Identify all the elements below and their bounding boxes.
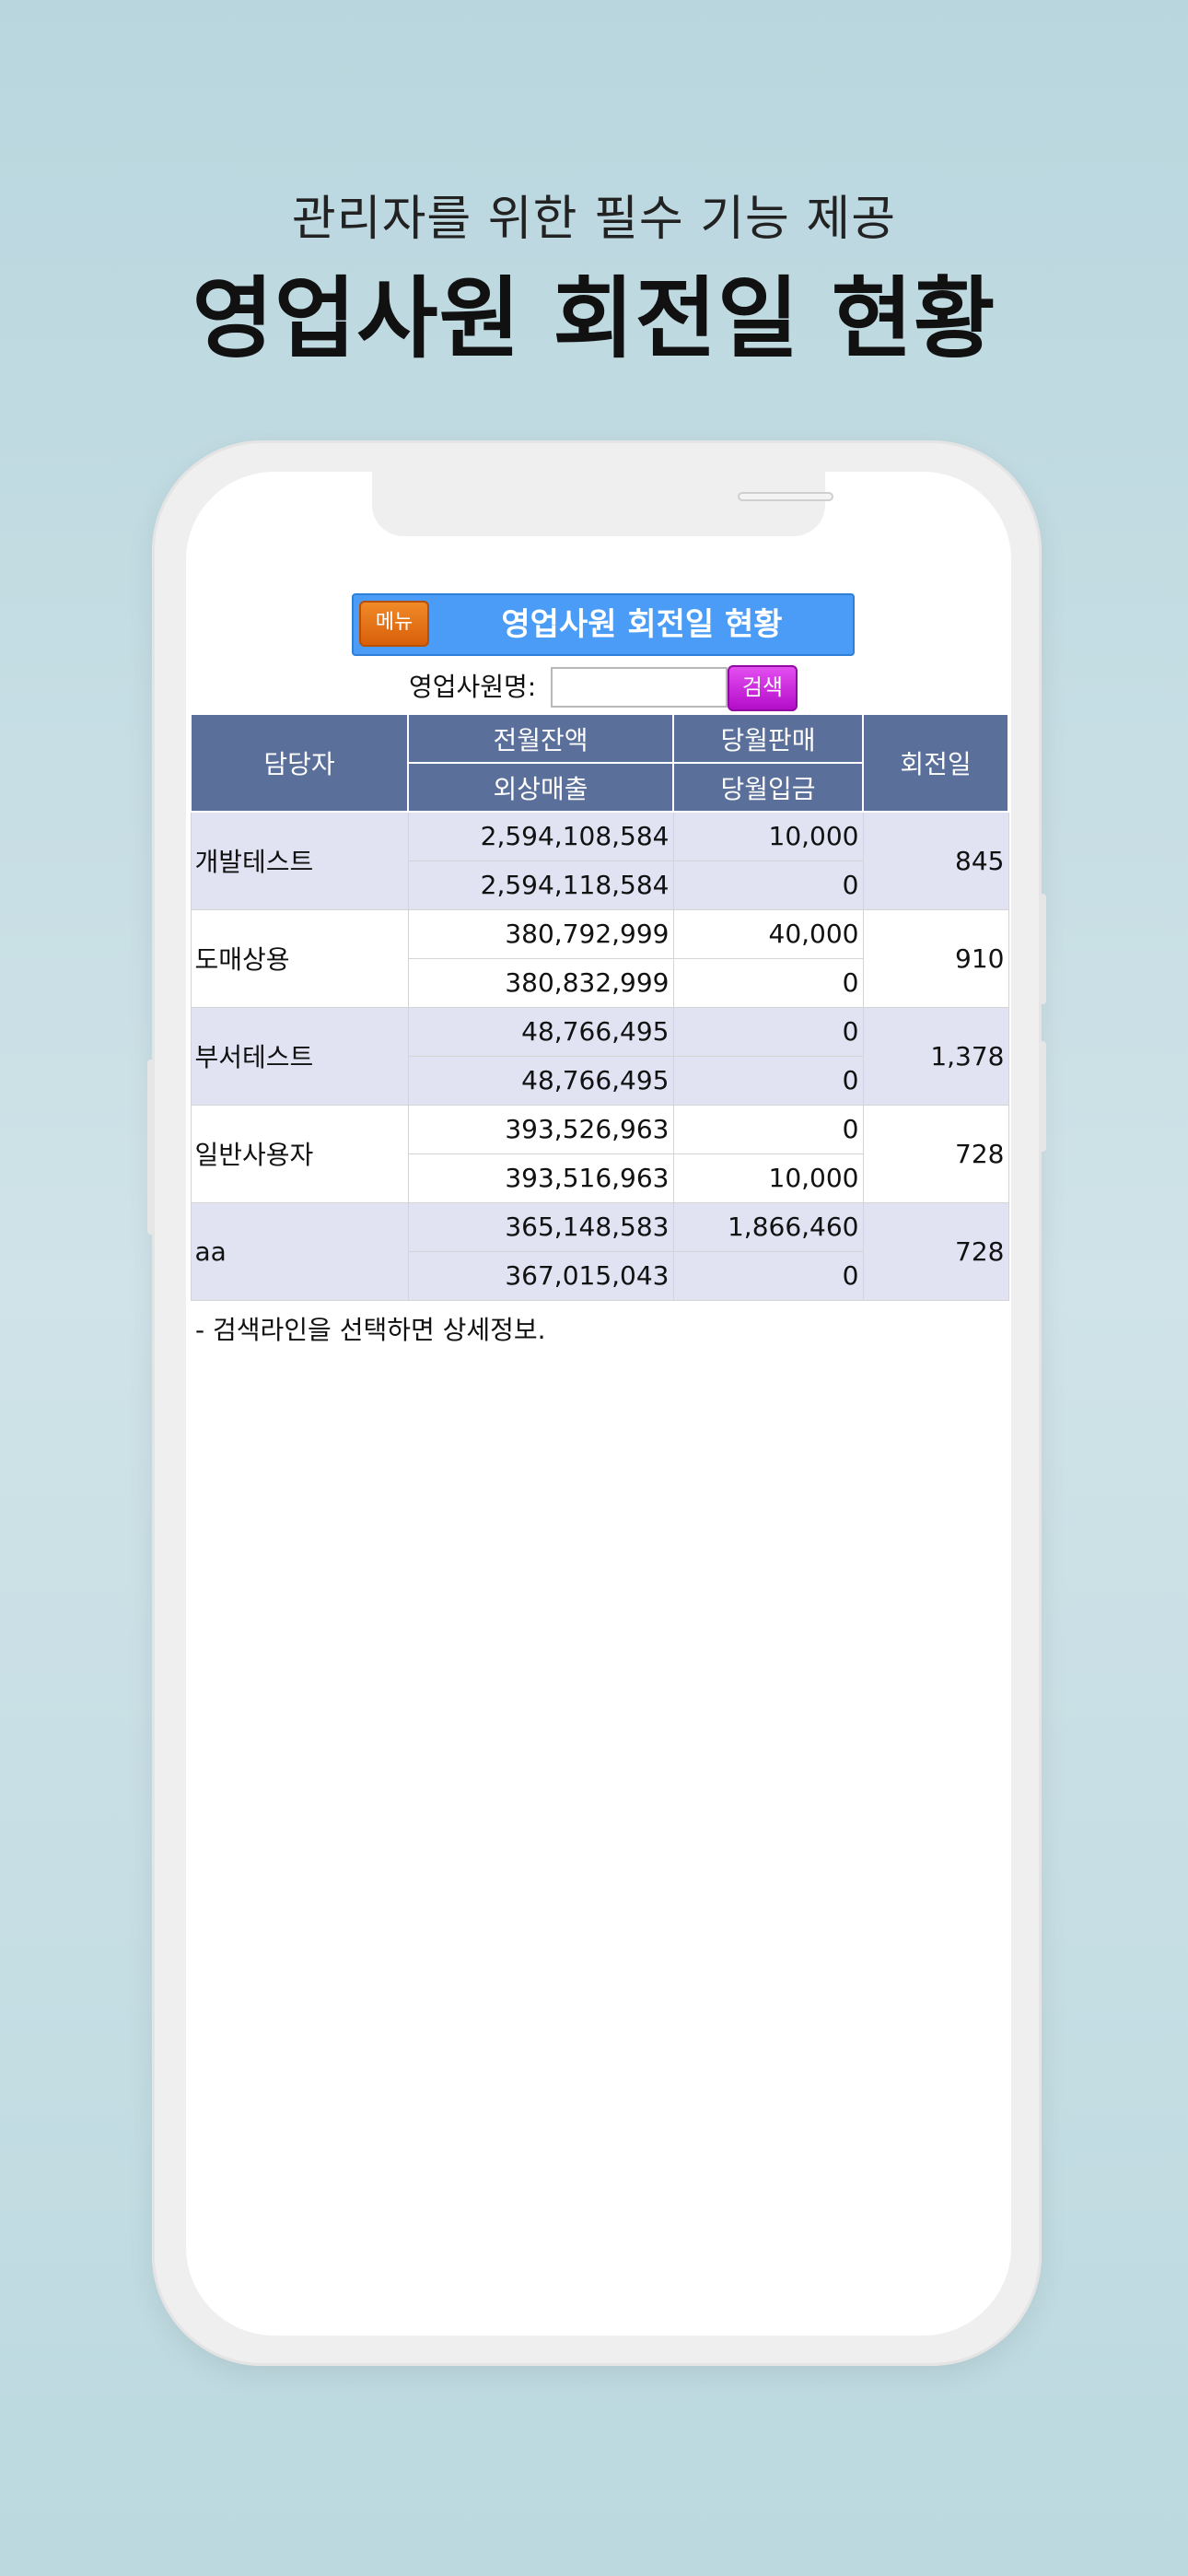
header-title: 영업사원 회전일 현황 bbox=[501, 606, 783, 643]
search-label: 영업사원명: bbox=[409, 672, 537, 702]
phone-side-button-right-bottom bbox=[1039, 1041, 1046, 1152]
speaker-grille bbox=[738, 492, 833, 501]
app-content: 메뉴 영업사원 회전일 현황 영업사원명: 검색 담당자 전월잔액 당월판매 회… bbox=[190, 593, 1009, 1347]
prev-balance-value: 2,594,108,584 bbox=[407, 811, 674, 861]
credit-sales-value: 367,015,043 bbox=[407, 1250, 674, 1301]
header-manager: 담당자 bbox=[190, 713, 409, 813]
table-row[interactable]: 일반사용자 393,526,963 0 728 bbox=[190, 1104, 1009, 1203]
turnover-days-value: 728 bbox=[862, 1104, 1009, 1203]
table-row[interactable]: 도매상용 380,792,999 40,000 910 bbox=[190, 908, 1009, 1008]
month-deposit-value: 0 bbox=[672, 957, 864, 1008]
turnover-days-value: 845 bbox=[862, 811, 1009, 910]
promo-subtitle: 관리자를 위한 필수 기능 제공 bbox=[291, 192, 897, 247]
month-sales-value: 0 bbox=[672, 1006, 864, 1057]
turnover-days-value: 728 bbox=[862, 1201, 1009, 1301]
prev-balance-value: 365,148,583 bbox=[407, 1201, 674, 1252]
manager-name: 일반사용자 bbox=[190, 1104, 409, 1203]
search-button[interactable]: 검색 bbox=[728, 665, 798, 711]
phone-side-button-right-top bbox=[1039, 894, 1046, 1004]
phone-side-button-left bbox=[147, 1060, 155, 1235]
credit-sales-value: 2,594,118,584 bbox=[407, 860, 674, 910]
phone-screen: 메뉴 영업사원 회전일 현황 영업사원명: 검색 담당자 전월잔액 당월판매 회… bbox=[186, 472, 1011, 2336]
header-month-deposit: 당월입금 bbox=[672, 762, 864, 813]
search-row: 영업사원명: 검색 bbox=[190, 662, 1007, 713]
turnover-days-value: 1,378 bbox=[862, 1006, 1009, 1106]
header-month-sales: 당월판매 bbox=[672, 713, 864, 764]
table-row[interactable]: 부서테스트 48,766,495 0 1,378 bbox=[190, 1006, 1009, 1106]
header-turnover-days: 회전일 bbox=[862, 713, 1009, 813]
table-row[interactable]: 개발테스트 2,594,108,584 10,000 845 bbox=[190, 811, 1009, 910]
month-deposit-value: 10,000 bbox=[672, 1153, 864, 1203]
month-deposit-value: 0 bbox=[672, 860, 864, 910]
month-sales-value: 1,866,460 bbox=[672, 1201, 864, 1252]
prev-balance-value: 380,792,999 bbox=[407, 908, 674, 959]
footnote: - 검색라인을 선택하면 상세정보. bbox=[195, 1314, 546, 1345]
manager-name: 부서테스트 bbox=[190, 1006, 409, 1106]
prev-balance-value: 393,526,963 bbox=[407, 1104, 674, 1154]
menu-button[interactable]: 메뉴 bbox=[359, 601, 429, 647]
prev-balance-value: 48,766,495 bbox=[407, 1006, 674, 1057]
month-sales-value: 40,000 bbox=[672, 908, 864, 959]
salesperson-search-input[interactable] bbox=[551, 667, 728, 708]
header-credit-sales: 외상매출 bbox=[407, 762, 674, 813]
credit-sales-value: 393,516,963 bbox=[407, 1153, 674, 1203]
month-sales-value: 10,000 bbox=[672, 811, 864, 861]
header-prev-balance: 전월잔액 bbox=[407, 713, 674, 764]
table-row[interactable]: aa 365,148,583 1,866,460 728 bbox=[190, 1201, 1009, 1301]
credit-sales-value: 380,832,999 bbox=[407, 957, 674, 1008]
promo-title: 영업사원 회전일 현황 bbox=[192, 267, 996, 370]
phone-notch bbox=[372, 472, 833, 536]
turnover-table: 담당자 전월잔액 당월판매 회전일 외상매출 당월입금 개발테스트 2,594,… bbox=[190, 713, 1009, 1301]
month-sales-value: 0 bbox=[672, 1104, 864, 1154]
turnover-days-value: 910 bbox=[862, 908, 1009, 1008]
manager-name: aa bbox=[190, 1201, 409, 1301]
manager-name: 도매상용 bbox=[190, 908, 409, 1008]
month-deposit-value: 0 bbox=[672, 1250, 864, 1301]
credit-sales-value: 48,766,495 bbox=[407, 1055, 674, 1106]
app-header: 메뉴 영업사원 회전일 현황 bbox=[352, 593, 855, 656]
manager-name: 개발테스트 bbox=[190, 811, 409, 910]
month-deposit-value: 0 bbox=[672, 1055, 864, 1106]
